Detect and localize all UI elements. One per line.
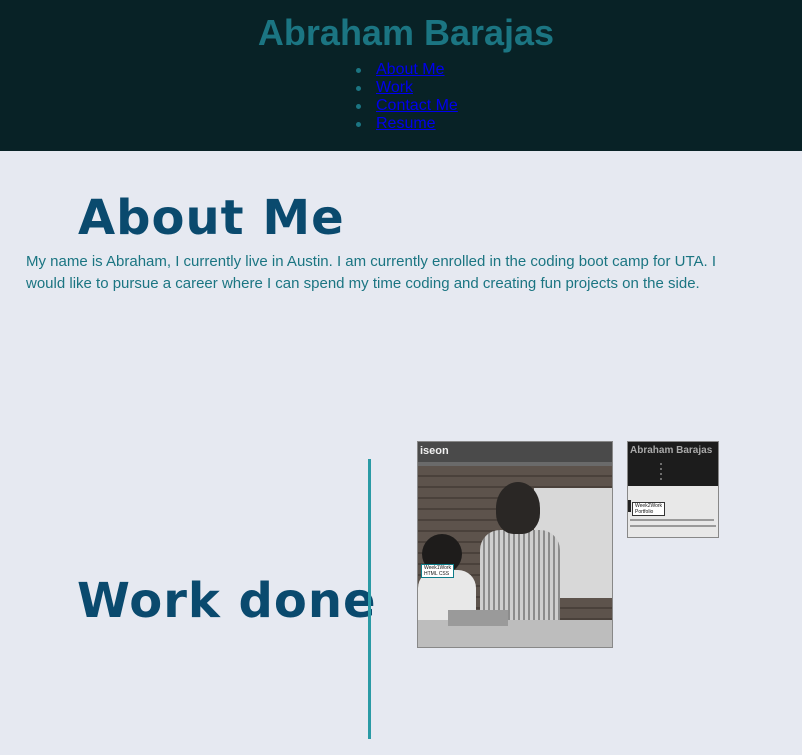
thumb-bullet: [660, 468, 662, 470]
thumb-photo-person-head: [496, 482, 540, 534]
thumb-photo-laptop: [448, 610, 508, 626]
nav-link-about[interactable]: About Me: [376, 61, 444, 78]
section-divider: [368, 459, 371, 739]
nav-list: About Me Work Contact Me Resume: [354, 61, 458, 133]
about-heading: About Me: [78, 190, 345, 246]
about-text: My name is Abraham, I currently live in …: [26, 253, 717, 292]
work-heading: Work done: [77, 573, 377, 629]
thumb-bullet: [660, 478, 662, 480]
nav-item-contact: Contact Me: [354, 97, 458, 115]
thumb-bullet: [660, 473, 662, 475]
nav-link-contact[interactable]: Contact Me: [376, 97, 458, 114]
nav-link-resume[interactable]: Resume: [376, 115, 436, 132]
nav-link-work[interactable]: Work: [376, 79, 413, 96]
project-label-line: Portfolio: [635, 509, 654, 515]
nav-item-work: Work: [354, 79, 458, 97]
project-label[interactable]: Week1Work HTML CSS: [421, 564, 455, 578]
thumb-text-line: [630, 525, 716, 527]
site-header: Abraham Barajas About Me Work Contact Me…: [0, 0, 802, 151]
thumb-title: Abraham Barajas: [630, 445, 713, 456]
nav-item-about: About Me: [354, 61, 458, 79]
thumb-brand: iseon: [420, 445, 449, 457]
nav-item-resume: Resume: [354, 115, 458, 133]
site-title: Abraham Barajas: [257, 12, 555, 53]
project-label[interactable]: Week2Work Portfolio: [632, 502, 666, 516]
project-thumbnail-week1[interactable]: iseon Week1Work HTML CSS: [417, 441, 613, 648]
project-label-line: HTML CSS: [424, 571, 450, 577]
thumb-heading-glyph: [628, 500, 631, 512]
thumb-bullet: [660, 463, 662, 465]
thumb-text-line: [630, 519, 714, 521]
project-thumbnail-week2[interactable]: Abraham Barajas Week2Work Portfolio: [627, 441, 719, 538]
